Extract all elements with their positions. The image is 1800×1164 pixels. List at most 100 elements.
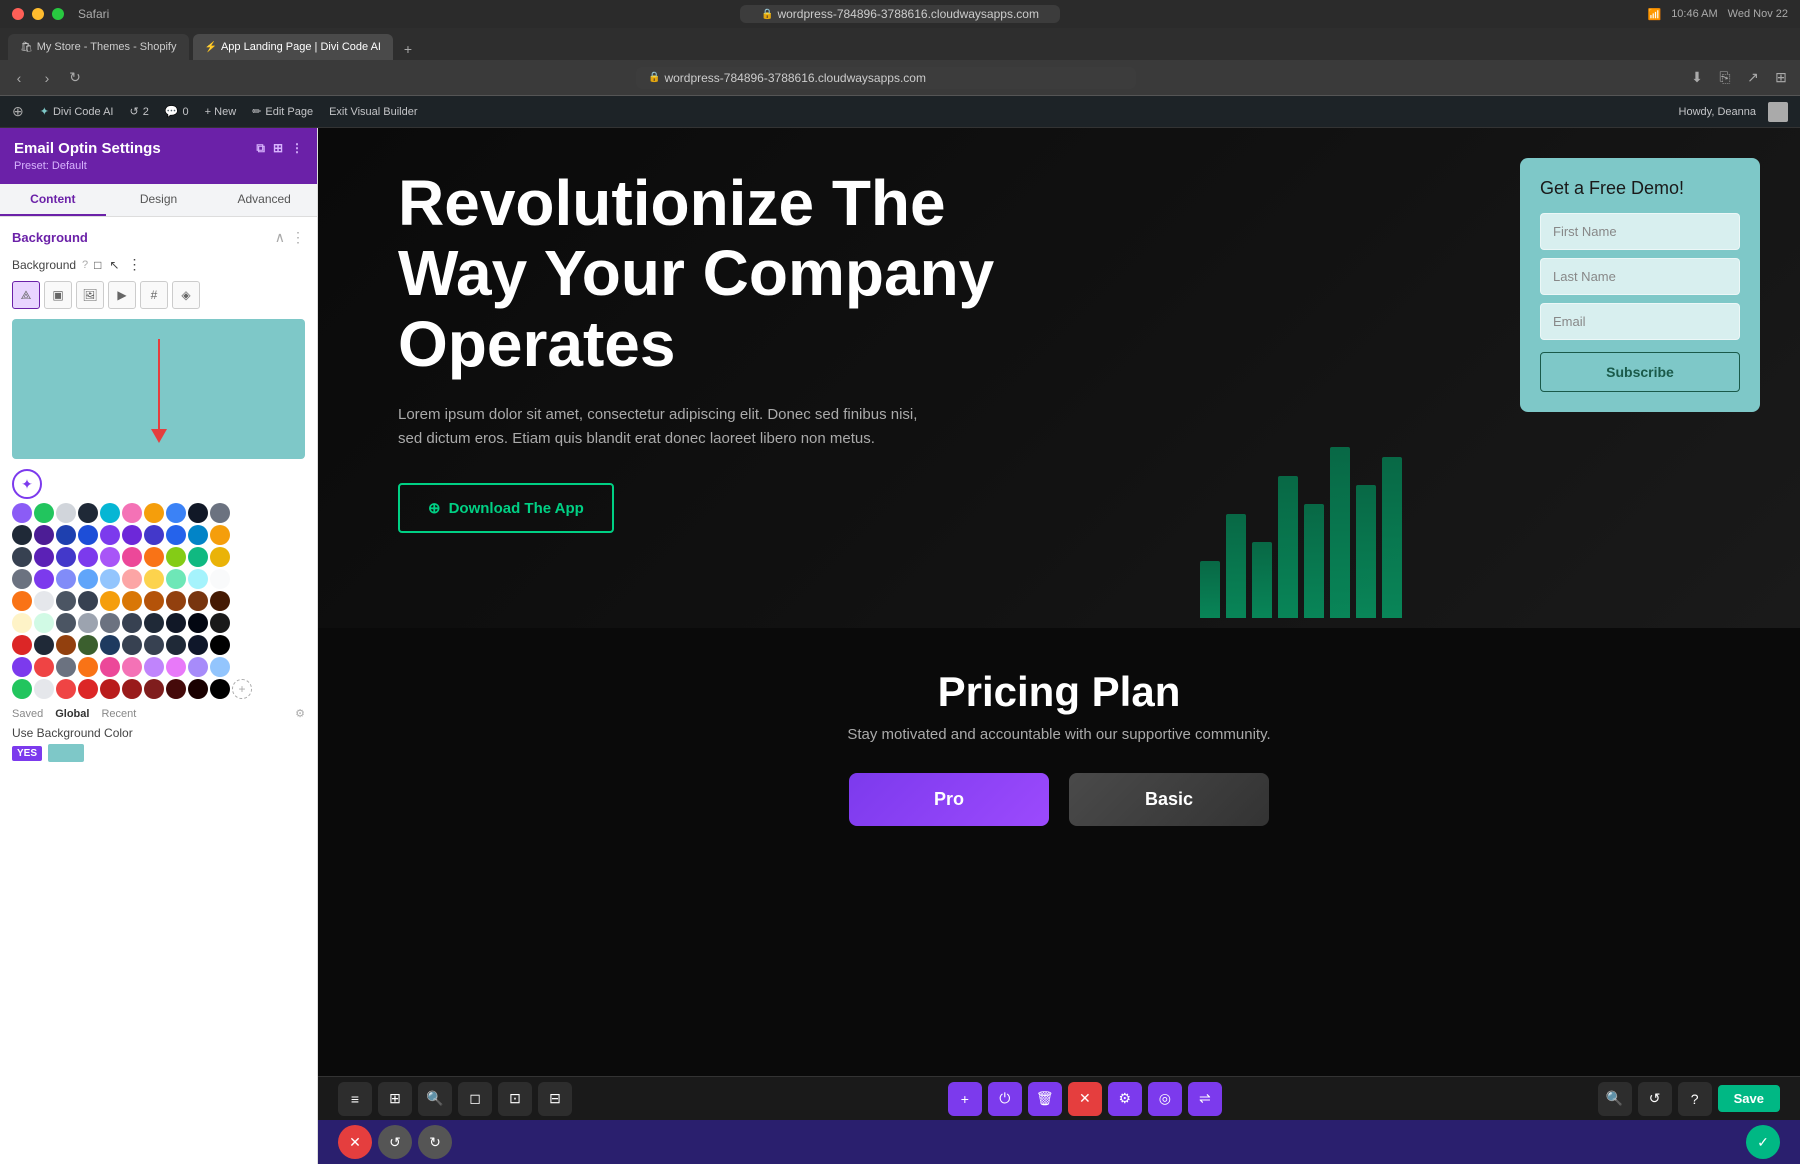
- action-confirm-btn[interactable]: ✓: [1746, 1125, 1780, 1159]
- palette-swatch[interactable]: [144, 525, 164, 545]
- mac-maximize-button[interactable]: [52, 8, 64, 20]
- palette-swatch[interactable]: [144, 591, 164, 611]
- address-bar[interactable]: 🔒 wordpress-784896-3788616.cloudwaysapps…: [636, 67, 1136, 89]
- action-redo-btn[interactable]: ↻: [418, 1125, 452, 1159]
- palette-swatch[interactable]: [144, 569, 164, 589]
- palette-swatch[interactable]: [78, 591, 98, 611]
- palette-swatch[interactable]: [122, 613, 142, 633]
- action-close-btn[interactable]: ✕: [338, 1125, 372, 1159]
- toolbar-grid-btn[interactable]: ⊞: [378, 1082, 412, 1116]
- bg-color-type[interactable]: ▣: [44, 281, 72, 309]
- palette-swatch[interactable]: [122, 547, 142, 567]
- edit-page-item[interactable]: ✏ Edit Page: [252, 105, 313, 118]
- toggle-color-swatch[interactable]: [48, 744, 84, 762]
- palette-swatch[interactable]: [56, 525, 76, 545]
- add-color-button[interactable]: +: [232, 679, 252, 699]
- divi-code-ai-item[interactable]: ✦ Divi Code AI: [40, 105, 114, 118]
- palette-swatch[interactable]: [122, 503, 142, 523]
- palette-tab-saved[interactable]: Saved: [12, 708, 43, 720]
- tab-advanced[interactable]: Advanced: [211, 184, 317, 216]
- mac-minimize-button[interactable]: [32, 8, 44, 20]
- palette-swatch[interactable]: [210, 613, 230, 633]
- palette-swatch[interactable]: [166, 657, 186, 677]
- palette-swatch[interactable]: [122, 635, 142, 655]
- palette-swatch[interactable]: [166, 613, 186, 633]
- email-input[interactable]: [1540, 303, 1740, 340]
- toolbar-close-btn[interactable]: ✕: [1068, 1082, 1102, 1116]
- palette-swatch[interactable]: [78, 679, 98, 699]
- palette-swatch[interactable]: [166, 569, 186, 589]
- palette-swatch[interactable]: [144, 635, 164, 655]
- bg-desktop-icon[interactable]: □: [94, 258, 101, 272]
- new-item[interactable]: + New: [205, 106, 237, 118]
- palette-swatch[interactable]: [56, 679, 76, 699]
- tab-content[interactable]: Content: [0, 184, 106, 216]
- palette-swatch[interactable]: [78, 569, 98, 589]
- palette-swatch[interactable]: [210, 657, 230, 677]
- palette-swatch[interactable]: [34, 569, 54, 589]
- palette-swatch[interactable]: [34, 657, 54, 677]
- palette-swatch[interactable]: [188, 503, 208, 523]
- tab-divi[interactable]: ⚡ App Landing Page | Divi Code AI: [193, 34, 393, 60]
- palette-swatch[interactable]: [34, 591, 54, 611]
- palette-swatch[interactable]: [122, 525, 142, 545]
- palette-swatch[interactable]: [100, 635, 120, 655]
- howdy-user[interactable]: Howdy, Deanna: [1679, 106, 1756, 118]
- palette-swatch[interactable]: [78, 613, 98, 633]
- newtab2-button[interactable]: ⊞: [1770, 67, 1792, 89]
- palette-swatch[interactable]: [100, 679, 120, 699]
- palette-swatch[interactable]: [210, 679, 230, 699]
- action-undo-btn[interactable]: ↺: [378, 1125, 412, 1159]
- palette-swatch[interactable]: [122, 569, 142, 589]
- exit-vb-item[interactable]: Exit Visual Builder: [329, 106, 417, 118]
- toolbar-search-btn[interactable]: 🔍: [418, 1082, 452, 1116]
- palette-swatch[interactable]: [188, 679, 208, 699]
- palette-swatch[interactable]: [166, 679, 186, 699]
- palette-swatch[interactable]: [100, 525, 120, 545]
- palette-swatch[interactable]: [34, 635, 54, 655]
- palette-swatch[interactable]: [56, 503, 76, 523]
- palette-swatch[interactable]: [78, 525, 98, 545]
- palette-swatch[interactable]: [188, 657, 208, 677]
- eyedropper-tool[interactable]: ✦: [12, 469, 42, 499]
- palette-swatch[interactable]: [12, 525, 32, 545]
- palette-swatch[interactable]: [78, 635, 98, 655]
- palette-settings-icon[interactable]: ⚙: [295, 707, 305, 720]
- palette-swatch[interactable]: [100, 591, 120, 611]
- palette-swatch[interactable]: [100, 503, 120, 523]
- palette-swatch[interactable]: [34, 613, 54, 633]
- downloads-button[interactable]: ⬇: [1686, 67, 1708, 89]
- bg-mask-type[interactable]: ◈: [172, 281, 200, 309]
- download-app-button[interactable]: ⊕ Download The App: [398, 483, 614, 533]
- palette-swatch[interactable]: [166, 503, 186, 523]
- tab-design[interactable]: Design: [106, 184, 212, 216]
- first-name-input[interactable]: [1540, 213, 1740, 250]
- toolbar-history-btn[interactable]: ↺: [1638, 1082, 1672, 1116]
- palette-swatch[interactable]: [78, 503, 98, 523]
- section-more-icon[interactable]: ⋮: [291, 229, 305, 246]
- palette-swatch[interactable]: [78, 547, 98, 567]
- palette-swatch[interactable]: [56, 613, 76, 633]
- palette-swatch[interactable]: [78, 657, 98, 677]
- palette-tab-recent[interactable]: Recent: [101, 708, 136, 720]
- palette-swatch[interactable]: [56, 547, 76, 567]
- toolbar-more-btn[interactable]: ⊟: [538, 1082, 572, 1116]
- bg-help-icon[interactable]: ?: [82, 259, 88, 271]
- palette-swatch[interactable]: [210, 635, 230, 655]
- revisions-item[interactable]: ↺ 2: [129, 105, 148, 118]
- bg-settings-icon[interactable]: ⋮: [127, 256, 141, 273]
- palette-swatch[interactable]: [56, 569, 76, 589]
- palette-swatch[interactable]: [12, 613, 32, 633]
- palette-swatch[interactable]: [188, 525, 208, 545]
- palette-swatch[interactable]: [12, 635, 32, 655]
- palette-swatch[interactable]: [144, 657, 164, 677]
- bg-pattern-type[interactable]: #: [140, 281, 168, 309]
- palette-swatch[interactable]: [188, 591, 208, 611]
- share-button[interactable]: ↗: [1742, 67, 1764, 89]
- reload-button[interactable]: ↻: [64, 67, 86, 89]
- palette-swatch[interactable]: [122, 591, 142, 611]
- toolbar-columns-btn[interactable]: ⇌: [1188, 1082, 1222, 1116]
- palette-swatch[interactable]: [12, 679, 32, 699]
- palette-swatch[interactable]: [144, 613, 164, 633]
- bg-gradient-type[interactable]: ⟁: [12, 281, 40, 309]
